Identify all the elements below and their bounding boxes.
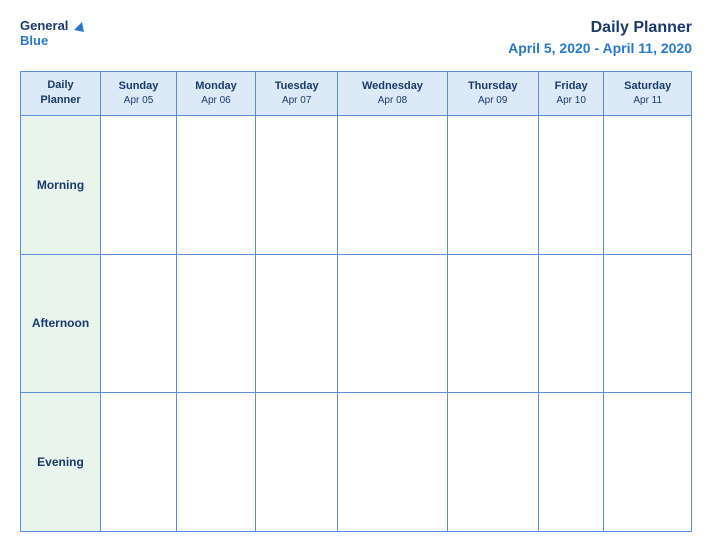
header-row: DailyPlanner Sunday Apr 05 Monday Apr 06… — [21, 71, 692, 115]
calendar-table: DailyPlanner Sunday Apr 05 Monday Apr 06… — [20, 71, 692, 532]
col-wednesday: Wednesday Apr 08 — [338, 71, 447, 115]
morning-label: Morning — [21, 115, 101, 254]
morning-sunday[interactable] — [101, 115, 177, 254]
logo-blue: Blue — [20, 34, 48, 48]
logo-general: General — [20, 19, 68, 33]
col-tuesday: Tuesday Apr 07 — [255, 71, 337, 115]
col-friday: Friday Apr 10 — [538, 71, 604, 115]
col-sunday: Sunday Apr 05 — [101, 71, 177, 115]
col-thursday: Thursday Apr 09 — [447, 71, 538, 115]
col-monday: Monday Apr 06 — [177, 71, 256, 115]
afternoon-tuesday[interactable] — [255, 254, 337, 393]
evening-row: Evening — [21, 393, 692, 532]
morning-friday[interactable] — [538, 115, 604, 254]
planner-title: Daily Planner — [508, 18, 692, 39]
morning-thursday[interactable] — [447, 115, 538, 254]
evening-tuesday[interactable] — [255, 393, 337, 532]
afternoon-monday[interactable] — [177, 254, 256, 393]
afternoon-label: Afternoon — [21, 254, 101, 393]
evening-thursday[interactable] — [447, 393, 538, 532]
daily-planner-header: DailyPlanner — [21, 71, 101, 115]
col-saturday: Saturday Apr 11 — [604, 71, 692, 115]
morning-row: Morning — [21, 115, 692, 254]
evening-wednesday[interactable] — [338, 393, 447, 532]
planner-dates: April 5, 2020 - April 11, 2020 — [508, 39, 692, 57]
afternoon-thursday[interactable] — [447, 254, 538, 393]
title-area: Daily Planner April 5, 2020 - April 11, … — [508, 18, 692, 57]
logo-area: General Blue — [20, 18, 86, 48]
evening-label: Evening — [21, 393, 101, 532]
afternoon-friday[interactable] — [538, 254, 604, 393]
page-header: General Blue Daily Planner April 5, 2020… — [20, 18, 692, 57]
morning-tuesday[interactable] — [255, 115, 337, 254]
afternoon-row: Afternoon — [21, 254, 692, 393]
morning-saturday[interactable] — [604, 115, 692, 254]
evening-monday[interactable] — [177, 393, 256, 532]
afternoon-saturday[interactable] — [604, 254, 692, 393]
evening-saturday[interactable] — [604, 393, 692, 532]
morning-wednesday[interactable] — [338, 115, 447, 254]
afternoon-sunday[interactable] — [101, 254, 177, 393]
logo-icon — [70, 18, 86, 34]
afternoon-wednesday[interactable] — [338, 254, 447, 393]
evening-sunday[interactable] — [101, 393, 177, 532]
morning-monday[interactable] — [177, 115, 256, 254]
evening-friday[interactable] — [538, 393, 604, 532]
